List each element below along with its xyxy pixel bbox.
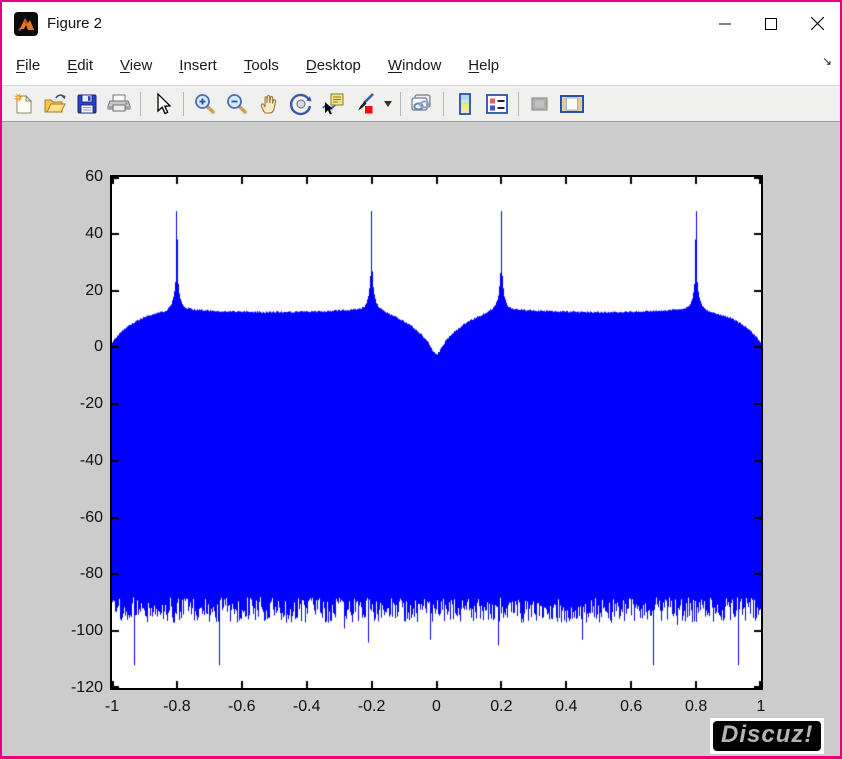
menu-item-help[interactable]: Help: [468, 57, 499, 74]
y-tick-label: -20: [79, 395, 103, 413]
menu-item-view[interactable]: View: [120, 57, 152, 74]
save-floppy-icon: [77, 94, 97, 113]
menu-item-desktop[interactable]: Desktop: [306, 57, 361, 74]
x-tick-label: 0.4: [555, 698, 578, 715]
y-tick-label: 0: [94, 338, 103, 356]
brush-data-button[interactable]: [349, 89, 381, 119]
plot-canvas[interactable]: [112, 177, 761, 688]
legend-icon: [486, 93, 508, 114]
y-tick-label: 40: [85, 224, 103, 242]
y-tick-label: -80: [79, 565, 103, 583]
x-tick-label: 0.2: [490, 698, 513, 715]
title-bar[interactable]: Figure 2: [2, 2, 840, 45]
x-tick-label: -0.6: [228, 698, 256, 715]
printer-icon: [107, 94, 131, 111]
plot-axes[interactable]: [110, 175, 763, 690]
figure-toolbar: [2, 85, 840, 122]
menu-item-file[interactable]: File: [16, 57, 40, 74]
zoom-in-icon: [195, 93, 215, 114]
new-figure-button[interactable]: [7, 89, 39, 119]
pan-button[interactable]: [253, 89, 285, 119]
x-tick-label: -0.4: [292, 698, 321, 715]
x-tick-label: -0.2: [357, 698, 386, 715]
maximize-button[interactable]: [748, 2, 794, 45]
menu-item-window[interactable]: Window: [388, 57, 441, 74]
x-tick-label: -0.8: [163, 698, 191, 715]
y-tick-label: 60: [85, 168, 103, 185]
toolbar-separator: [400, 91, 401, 116]
pointer-arrow-icon: [157, 91, 172, 114]
link-icon: [411, 93, 431, 111]
y-tick-label: -60: [79, 508, 103, 526]
show-plot-tools-button[interactable]: [556, 89, 588, 119]
toolbar-separator: [183, 91, 184, 116]
data-cursor-button[interactable]: [317, 89, 349, 119]
y-tick-label: 20: [85, 281, 103, 299]
x-tick-label: 0.6: [620, 698, 643, 715]
menu-item-tools[interactable]: Tools: [244, 57, 279, 74]
save-figure-button[interactable]: [71, 89, 103, 119]
menu-item-insert[interactable]: Insert: [179, 57, 217, 74]
watermark-box: Discuz!: [713, 721, 822, 751]
toolbar-separator: [443, 91, 444, 116]
insert-legend-button[interactable]: [481, 89, 513, 119]
new-document-icon: [13, 92, 33, 113]
menu-item-edit[interactable]: Edit: [67, 57, 93, 74]
toolbar-separator: [140, 91, 141, 116]
print-figure-button[interactable]: [103, 89, 135, 119]
link-plot-button[interactable]: [406, 89, 438, 119]
brush-dropdown-button[interactable]: [381, 89, 395, 119]
matlab-logo-icon: [14, 11, 38, 36]
edit-plot-button[interactable]: [146, 89, 178, 119]
hide-plot-tools-icon: [531, 96, 548, 111]
close-icon: [810, 17, 824, 30]
y-tick-label: -40: [79, 451, 103, 469]
colorbar-icon: [459, 92, 471, 115]
y-tick-label: -120: [70, 679, 103, 696]
zoom-out-button[interactable]: [221, 89, 253, 119]
x-tick-label: -1: [104, 698, 120, 715]
menu-bar: File Edit View Insert Tools Desktop Window Help…: [2, 45, 840, 85]
pan-hand-icon: [260, 94, 277, 114]
rotate-3d-icon: [289, 93, 312, 115]
rotate-3d-button[interactable]: [285, 89, 317, 119]
x-tick-label: 0.8: [684, 698, 708, 715]
menu-bar-items: File Edit View Insert Tools Desktop Window Help: [16, 57, 526, 74]
zoom-in-button[interactable]: [189, 89, 221, 119]
open-folder-icon: [44, 93, 66, 112]
toolbar-separator: [518, 91, 519, 116]
chevron-down-icon: [384, 100, 392, 107]
menu-overflow-arrow-icon[interactable]: ↘: [822, 54, 832, 68]
watermark-text: Discuz!: [721, 721, 814, 748]
insert-colorbar-button[interactable]: [449, 89, 481, 119]
hide-plot-tools-button: [524, 89, 556, 119]
x-tick-label: 0: [432, 698, 441, 715]
figure-panel: 60 40 20 0 -20 -40 -60 -80 -100 -120 -1 -0.8 -0.6 -0…: [2, 122, 840, 756]
show-plot-tools-icon: [560, 94, 584, 113]
maximize-icon: [765, 17, 777, 30]
open-file-button[interactable]: [39, 89, 71, 119]
x-tick-label: 1: [756, 698, 766, 715]
figure-window: Figure 2 File Edit View Insert Tools Desktop W…: [0, 0, 842, 759]
brush-icon: [358, 92, 374, 113]
minimize-icon: [719, 23, 731, 24]
window-controls: [702, 2, 840, 45]
data-cursor-icon: [322, 93, 344, 114]
zoom-out-icon: [227, 93, 247, 114]
minimize-button[interactable]: [702, 2, 748, 45]
close-button[interactable]: [794, 2, 840, 45]
window-title: Figure 2: [47, 15, 103, 32]
y-tick-label: -100: [70, 622, 103, 640]
watermark: Discuz!: [710, 718, 825, 754]
